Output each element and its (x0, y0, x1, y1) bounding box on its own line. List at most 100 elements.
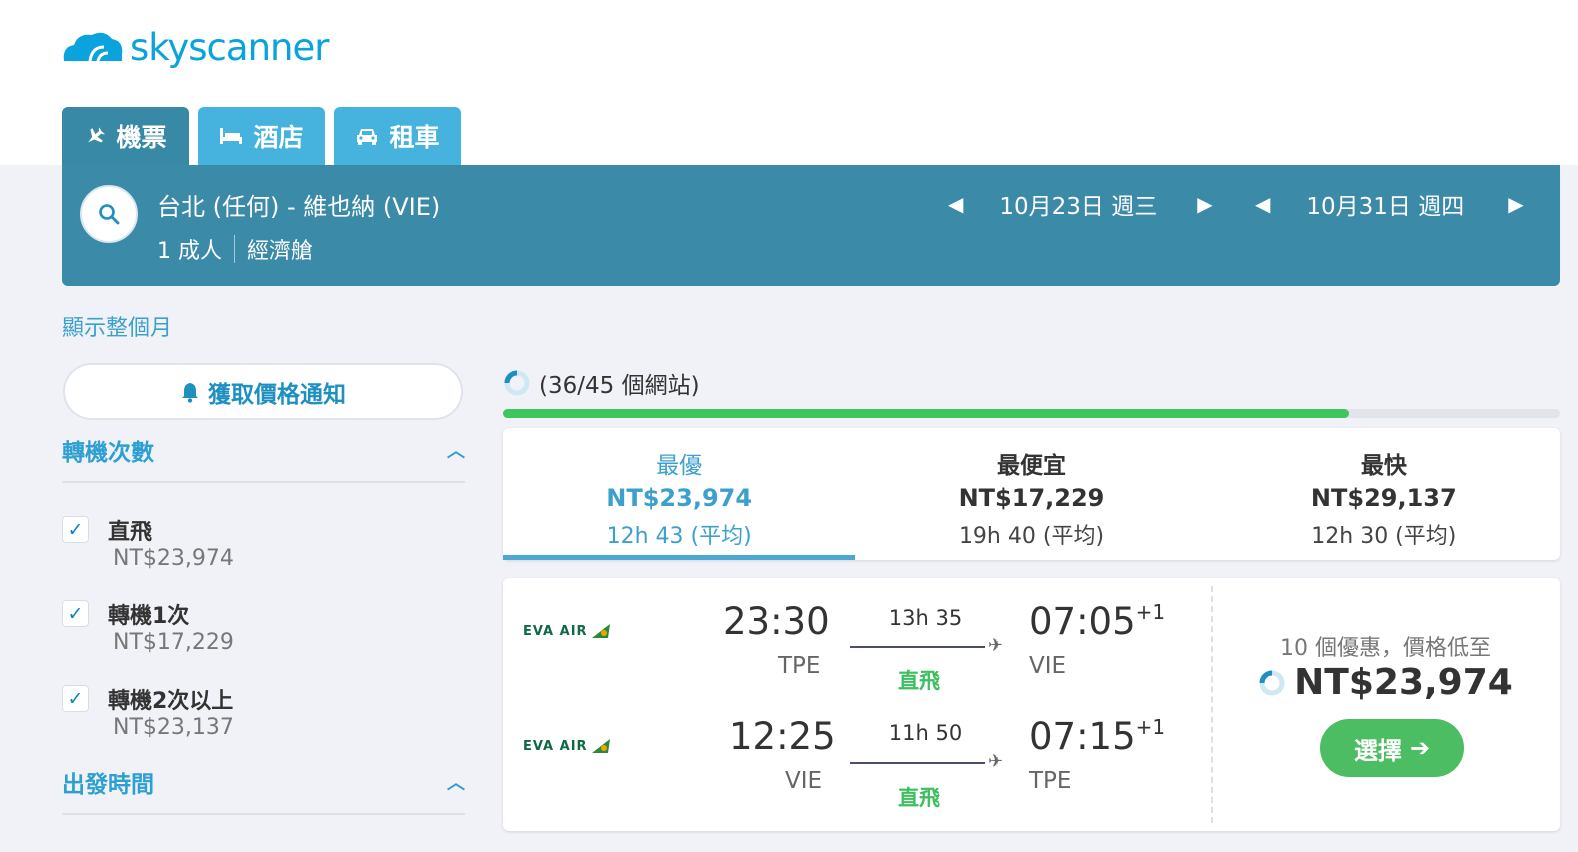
return-date[interactable]: 10月31日 週四 (1306, 187, 1464, 221)
eva-air-logo-icon (591, 739, 610, 753)
price-alert-button[interactable]: 獲取價格通知 (63, 363, 463, 420)
eva-air-logo-icon (591, 624, 610, 638)
checkbox-checked-icon[interactable]: ✓ (62, 685, 89, 712)
tab-label: 機票 (116, 123, 167, 152)
deal-price-value: NT$23,974 (1294, 662, 1513, 703)
progress-text: (36/45 個網站) (539, 373, 700, 399)
passengers-text: 1 成人 (157, 239, 222, 264)
sort-tab-cheapest[interactable]: 最便宜 NT$17,229 19h 40 (平均) (855, 428, 1207, 560)
loading-spinner-icon (504, 370, 530, 396)
logo-text: skyscanner (130, 25, 329, 69)
next-depart-date-icon[interactable]: ▶ (1197, 192, 1212, 216)
select-label: 選擇 (1353, 736, 1402, 765)
airline-name: EVA AIR (523, 623, 588, 639)
sort-title: 最便宜 (996, 453, 1066, 479)
stops-label: 直飛 (898, 786, 940, 810)
passenger-cabin[interactable]: 1 成人 經濟艙 (157, 233, 313, 265)
tab-hotels[interactable]: 酒店 (198, 107, 325, 165)
arrival-airport: TPE (1029, 768, 1072, 794)
select-button[interactable]: 選擇 ➔ (1320, 719, 1464, 777)
chevron-up-icon: ︿ (447, 441, 465, 462)
search-button[interactable] (80, 185, 138, 243)
route-line (850, 646, 985, 648)
checkbox-checked-icon[interactable]: ✓ (62, 600, 89, 627)
car-icon (357, 129, 378, 145)
flight-duration: 13h 35 (888, 606, 963, 630)
outbound-leg: EVA AIR 23:30 TPE 13h 35 ✈ 直飛 07:05+1 VI… (503, 578, 1211, 693)
search-summary-bar: 台北 (任何) - 維也納 (VIE) 1 成人 經濟艙 ◀ 10月23日 週三… (62, 165, 1560, 286)
stop-option-label: 轉機1次 (108, 604, 190, 629)
prev-return-date-icon[interactable]: ◀ (1255, 192, 1270, 216)
tab-label: 酒店 (253, 123, 304, 152)
prev-depart-date-icon[interactable]: ◀ (948, 192, 963, 216)
deal-price: NT$23,974 (1211, 662, 1560, 703)
stop-option-label: 轉機2次以上 (108, 689, 234, 714)
airline-logo: EVA AIR (523, 737, 612, 755)
flight-duration: 11h 50 (888, 721, 963, 745)
route-line (850, 762, 985, 764)
day-offset: +1 (1135, 600, 1166, 624)
sort-tabs: 最優 NT$23,974 12h 43 (平均) 最便宜 NT$17,229 1… (503, 428, 1560, 560)
route-text[interactable]: 台北 (任何) - 維也納 (VIE) (157, 187, 440, 222)
arrival-time-value: 07:15 (1029, 715, 1136, 758)
stop-option-label: 直飛 (108, 520, 153, 545)
bed-icon (220, 128, 243, 144)
stops-filter-title: 轉機次數 (62, 440, 154, 466)
return-leg: EVA AIR 12:25 VIE 11h 50 ✈ 直飛 07:15+1 TP… (503, 693, 1211, 810)
plane-icon (88, 127, 106, 143)
progress-bar-fill (503, 409, 1349, 418)
separator (234, 235, 235, 263)
cloud-logo-icon (63, 32, 123, 62)
cabin-text: 經濟艙 (247, 239, 314, 264)
airline-logo: EVA AIR (523, 622, 612, 640)
skyscanner-logo[interactable]: skyscanner (60, 22, 329, 72)
show-whole-month-link[interactable]: 顯示整個月 (62, 310, 172, 342)
arrival-time: 07:05+1 (1029, 600, 1165, 643)
vertical-tabs: 機票 酒店 租車 (62, 107, 470, 165)
sort-duration: 12h 30 (平均) (1311, 524, 1457, 549)
stop-option-price: NT$23,974 (113, 546, 234, 571)
progress-bar (503, 409, 1560, 418)
sort-price: NT$17,229 (958, 484, 1105, 512)
depart-date[interactable]: 10月23日 週三 (999, 187, 1157, 221)
search-icon (99, 204, 120, 225)
departure-airport: TPE (778, 653, 821, 679)
stops-label: 直飛 (898, 669, 940, 693)
depart-time-filter-header[interactable]: 出發時間 ︿ (62, 765, 465, 815)
next-return-date-icon[interactable]: ▶ (1508, 192, 1523, 216)
departure-time: 23:30 (723, 600, 830, 643)
stops-filter-header[interactable]: 轉機次數 ︿ (62, 433, 465, 483)
deals-count-text: 10 個優惠，價格低至 (1280, 636, 1491, 661)
departure-time: 12:25 (729, 715, 836, 758)
stop-option-price: NT$23,137 (113, 715, 234, 740)
arrival-time-value: 07:05 (1029, 600, 1136, 643)
plane-arrow-icon: ✈ (988, 751, 1004, 772)
arrival-airport: VIE (1029, 653, 1067, 679)
search-progress: (36/45 個網站) (503, 366, 700, 400)
sort-price: NT$23,974 (606, 484, 753, 512)
arrow-right-icon: ➔ (1409, 734, 1431, 762)
bell-icon (182, 382, 198, 403)
tab-flights[interactable]: 機票 (62, 107, 189, 165)
depart-date-picker: ◀ 10月23日 週三 ▶ (948, 187, 1213, 221)
flight-result-card[interactable]: EVA AIR 23:30 TPE 13h 35 ✈ 直飛 07:05+1 VI… (503, 578, 1560, 831)
arrival-time: 07:15+1 (1029, 715, 1165, 758)
plane-arrow-icon: ✈ (988, 635, 1004, 656)
sort-price: NT$29,137 (1310, 484, 1457, 512)
depart-time-filter-title: 出發時間 (62, 772, 154, 798)
chevron-up-icon: ︿ (447, 773, 465, 794)
departure-airport: VIE (785, 768, 823, 794)
return-date-picker: ◀ 10月31日 週四 ▶ (1255, 187, 1524, 221)
price-alert-label: 獲取價格通知 (208, 381, 346, 408)
sort-title: 最優 (656, 453, 703, 479)
sort-title: 最快 (1360, 453, 1407, 479)
stop-option-price: NT$17,229 (113, 630, 234, 655)
tab-label: 租車 (389, 123, 440, 152)
loading-spinner-icon (1259, 670, 1285, 695)
sort-duration: 19h 40 (平均) (958, 524, 1105, 549)
sort-tab-fastest[interactable]: 最快 NT$29,137 12h 30 (平均) (1208, 428, 1560, 560)
sort-duration: 12h 43 (平均) (606, 524, 752, 549)
sort-tab-best[interactable]: 最優 NT$23,974 12h 43 (平均) (503, 428, 856, 560)
checkbox-checked-icon[interactable]: ✓ (62, 516, 89, 543)
tab-car-hire[interactable]: 租車 (334, 107, 461, 165)
